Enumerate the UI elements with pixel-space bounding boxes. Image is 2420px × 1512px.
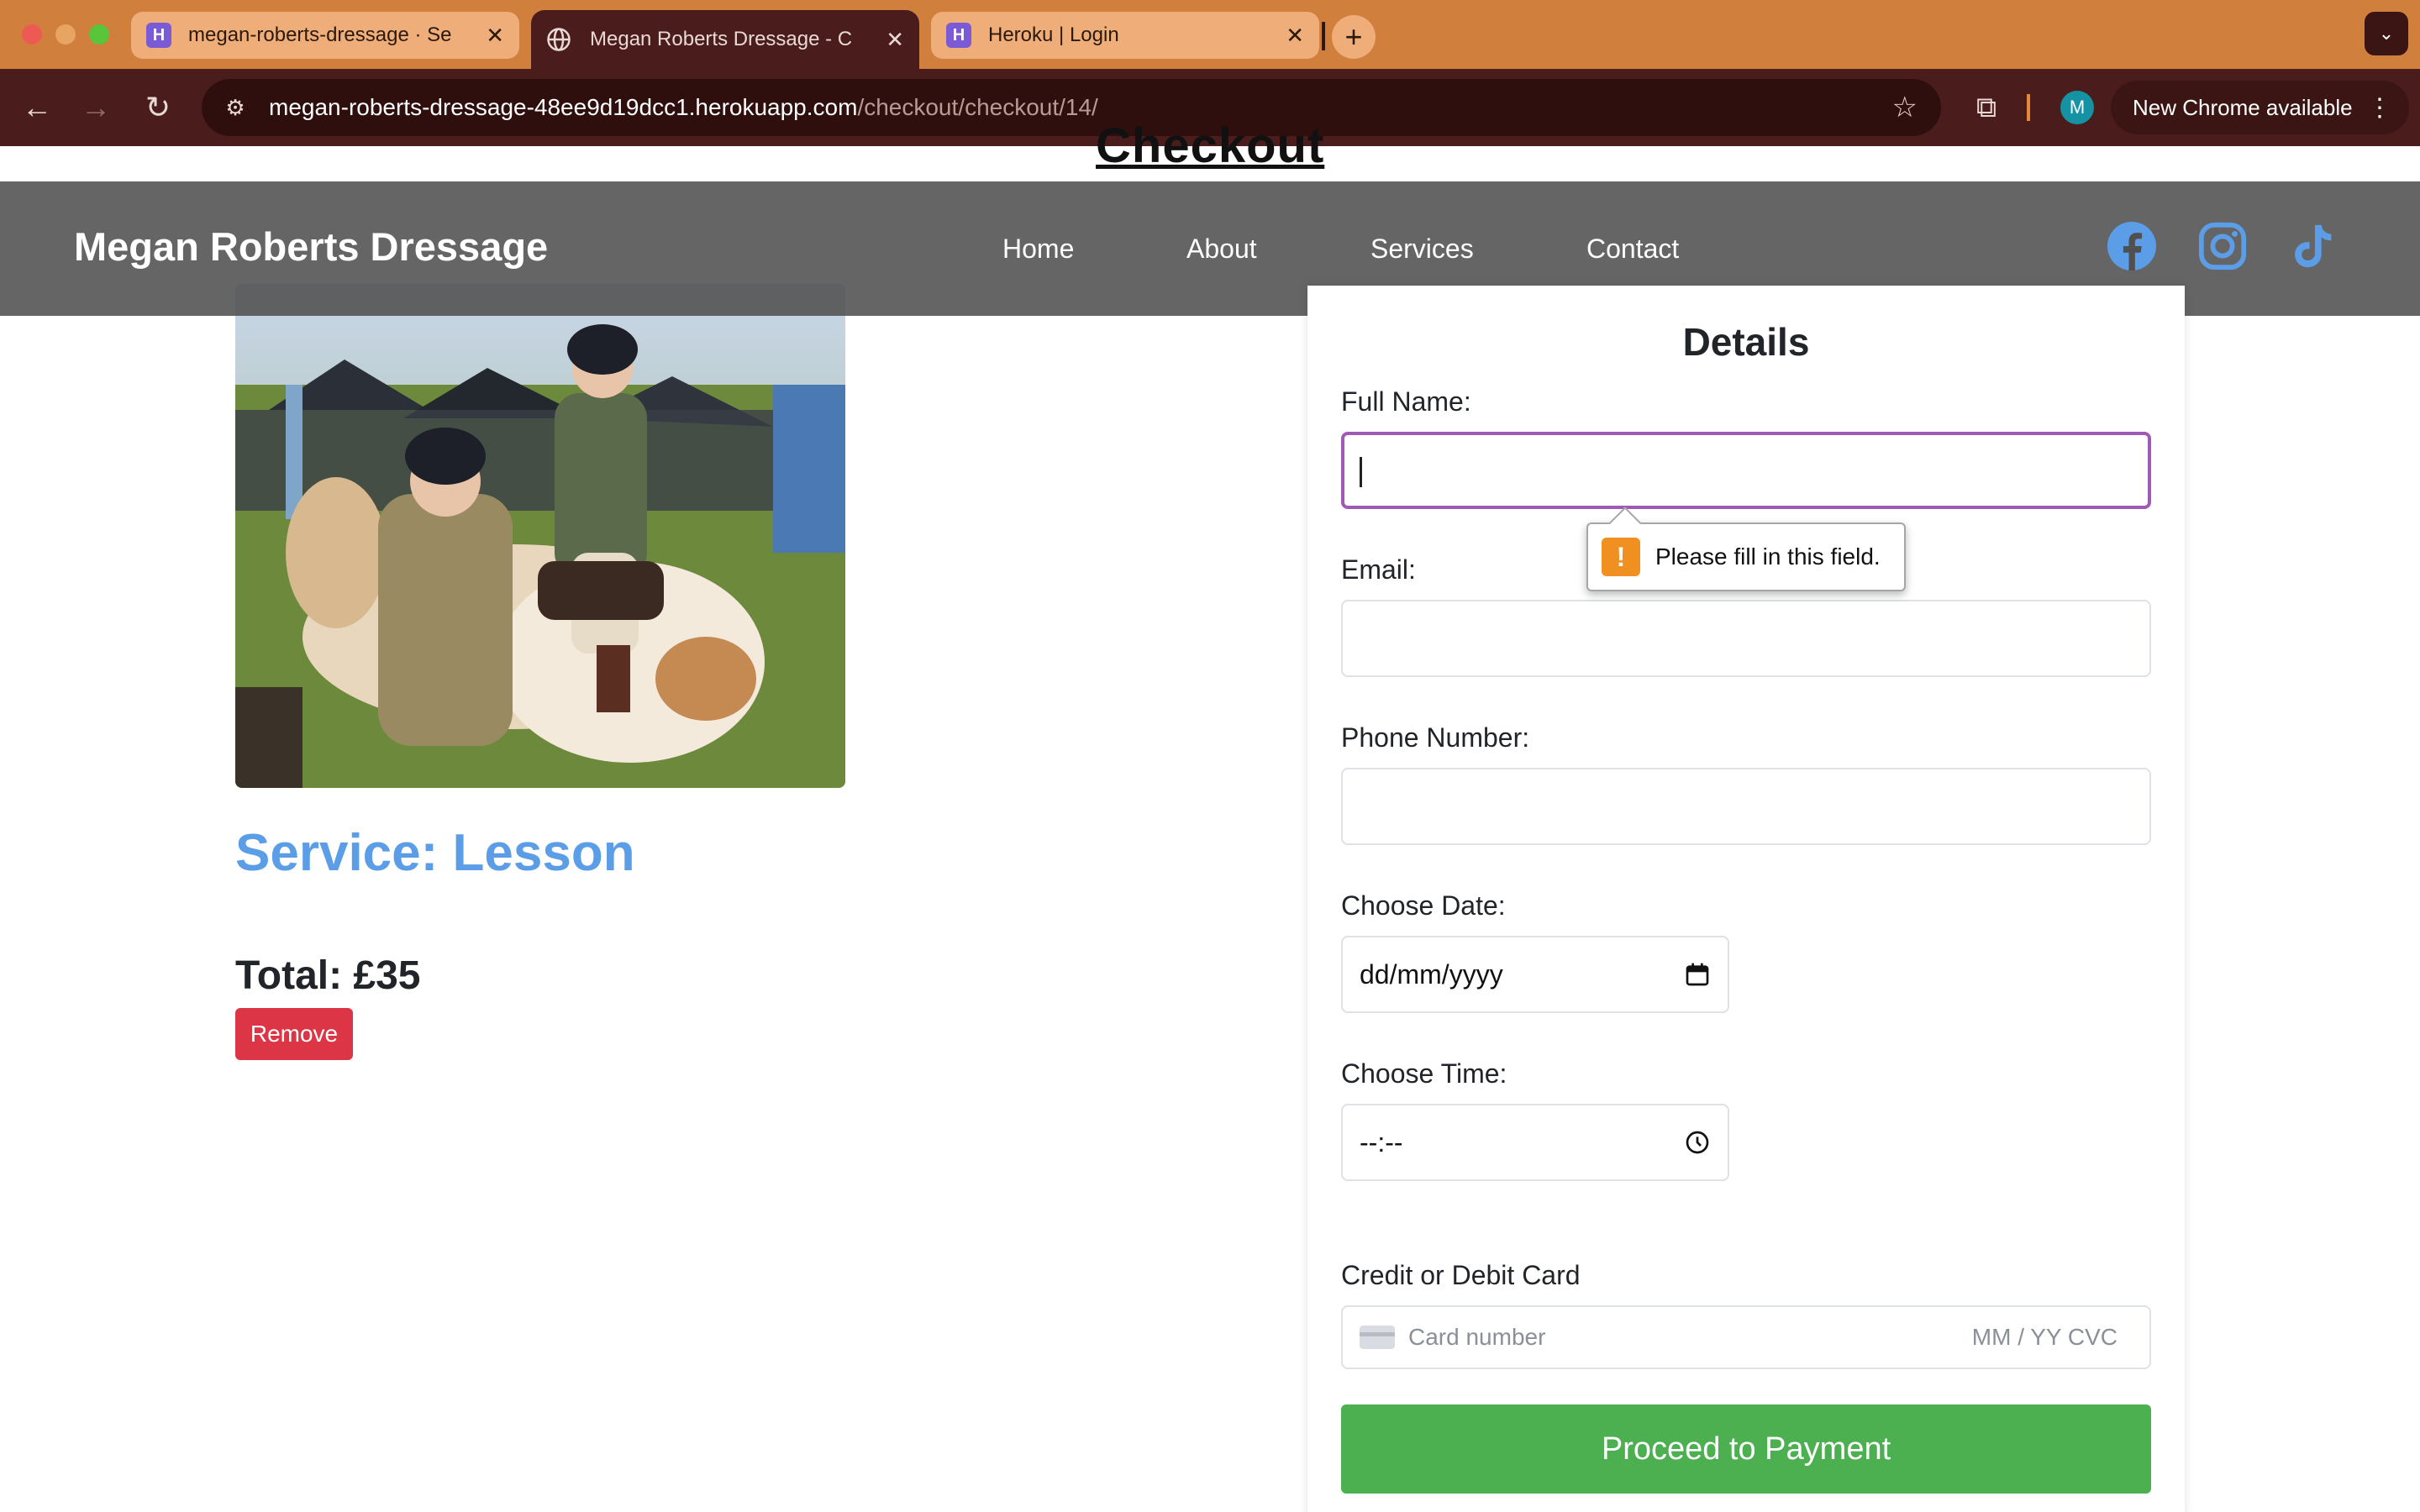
tab-heroku-dashboard[interactable]: H megan-roberts-dressage · Se ✕ <box>131 12 519 59</box>
email-label: Email: <box>1341 554 1416 585</box>
toolbar-divider <box>2027 94 2030 121</box>
card-label: Credit or Debit Card <box>1341 1260 1581 1290</box>
window-zoom-dot[interactable] <box>89 24 109 45</box>
extensions-puzzle-icon[interactable]: ⧉ <box>1966 87 2007 128</box>
new-tab-button[interactable]: + <box>1332 15 1376 59</box>
nav-link-services[interactable]: Services <box>1370 234 1474 265</box>
date-field[interactable]: dd/mm/yyyy <box>1341 936 1729 1013</box>
reload-icon[interactable]: ↻ <box>138 87 178 128</box>
full-name-label: Full Name: <box>1341 386 1471 417</box>
time-field[interactable]: --:-- <box>1341 1104 1729 1181</box>
nav-link-contact[interactable]: Contact <box>1586 234 1679 265</box>
details-form-card: Details Full Name: Email: Phone Number: … <box>1307 286 2185 1512</box>
tab-title: Heroku | Login <box>988 24 1119 46</box>
tab-megan-roberts-dressage[interactable]: Megan Roberts Dressage - C ✕ <box>531 10 919 69</box>
card-expiry-cvc-placeholder: MM / YY CVC <box>1971 1324 2118 1350</box>
tiktok-icon[interactable] <box>2287 220 2339 272</box>
tab-divider <box>1322 22 1325 50</box>
close-icon[interactable]: ✕ <box>886 27 904 53</box>
browser-tab-strip: H megan-roberts-dressage · Se ✕ Megan Ro… <box>0 0 2420 69</box>
update-label: New Chrome available <box>2133 94 2353 120</box>
bookmark-star-icon[interactable]: ☆ <box>1892 91 1918 124</box>
instagram-icon[interactable] <box>2196 220 2249 272</box>
validation-message: Please fill in this field. <box>1655 543 1881 570</box>
close-icon[interactable]: ✕ <box>1286 23 1304 49</box>
phone-label: Phone Number: <box>1341 722 1530 753</box>
site-info-icon[interactable]: ⚙ <box>220 92 250 123</box>
time-label: Choose Time: <box>1341 1058 1507 1089</box>
text-caret <box>1360 457 1362 487</box>
facebook-icon[interactable] <box>2106 220 2158 272</box>
url-host: megan-roberts-dressage-48ee9d19dcc1.hero… <box>269 94 858 120</box>
horse-rider-photo <box>235 284 845 788</box>
order-total: Total: £35 <box>235 953 421 998</box>
heroku-icon: H <box>146 23 171 48</box>
warning-icon: ! <box>1602 538 1640 576</box>
nav-link-about[interactable]: About <box>1186 234 1257 265</box>
clock-icon[interactable] <box>1684 1129 1711 1156</box>
card-number-field[interactable]: Card number MM / YY CVC <box>1341 1305 2151 1369</box>
window-minimize-dot[interactable] <box>55 24 76 45</box>
tab-heroku-login[interactable]: H Heroku | Login ✕ <box>931 12 1319 59</box>
address-bar[interactable]: ⚙ megan-roberts-dressage-48ee9d19dcc1.he… <box>202 79 1941 136</box>
calendar-icon[interactable] <box>1684 961 1711 988</box>
page-title: Checkout <box>1096 118 1325 173</box>
validation-tooltip: ! Please fill in this field. <box>1586 522 1906 591</box>
kebab-menu-icon[interactable]: ⋮ <box>2367 93 2392 123</box>
globe-icon <box>547 28 571 51</box>
phone-field[interactable] <box>1341 768 2151 845</box>
time-placeholder: --:-- <box>1360 1126 1403 1158</box>
url-path: /checkout/checkout/14/ <box>857 94 1098 120</box>
full-name-field[interactable] <box>1341 432 2151 509</box>
tab-title: Megan Roberts Dressage - C <box>590 28 853 50</box>
date-placeholder: dd/mm/yyyy <box>1360 958 1503 990</box>
nav-link-home[interactable]: Home <box>1002 234 1074 265</box>
heroku-icon: H <box>946 23 971 48</box>
credit-card-icon <box>1360 1326 1395 1349</box>
back-arrow-icon[interactable]: ← <box>17 87 57 128</box>
card-number-placeholder: Card number <box>1408 1324 1546 1350</box>
window-close-dot[interactable] <box>22 24 42 45</box>
profile-avatar[interactable]: M <box>2060 91 2094 124</box>
date-label: Choose Date: <box>1341 890 1506 921</box>
site-brand[interactable]: Megan Roberts Dressage <box>74 223 548 270</box>
form-title: Details <box>1682 320 1810 364</box>
email-field[interactable] <box>1341 600 2151 677</box>
service-title: Service: Lesson <box>235 824 635 882</box>
chrome-update-button[interactable]: New Chrome available ⋮ <box>2111 81 2409 134</box>
service-photo <box>235 284 845 788</box>
remove-button[interactable]: Remove <box>235 1008 353 1060</box>
forward-arrow-icon[interactable]: → <box>76 87 116 128</box>
proceed-to-payment-button[interactable]: Proceed to Payment <box>1341 1404 2151 1494</box>
tab-search-chevron-icon[interactable]: ⌄ <box>2365 12 2408 55</box>
close-icon[interactable]: ✕ <box>486 23 504 49</box>
tab-title: megan-roberts-dressage · Se <box>188 24 452 46</box>
